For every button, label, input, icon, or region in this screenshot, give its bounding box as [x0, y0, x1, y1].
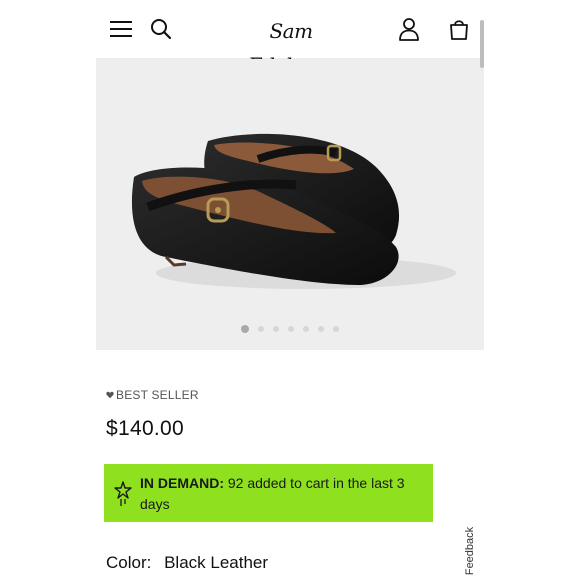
carousel-dot[interactable] [258, 326, 264, 332]
product-image [131, 133, 456, 289]
heart-icon [106, 391, 114, 399]
mobile-viewport: Sam Edelman [96, 0, 484, 580]
search-icon [151, 19, 172, 40]
scrollbar-thumb[interactable] [480, 20, 484, 68]
brand-logo[interactable]: Sam Edelman [236, 14, 346, 77]
carousel-dot-active[interactable] [241, 325, 249, 333]
in-demand-label: IN DEMAND: [140, 475, 224, 491]
site-header: Sam Edelman [96, 0, 484, 77]
product-price: $140.00 [106, 417, 185, 440]
shooting-star-icon [114, 481, 132, 506]
account-icon [399, 18, 419, 41]
carousel-dot[interactable] [333, 326, 339, 332]
menu-button[interactable] [106, 14, 136, 44]
product-image-carousel[interactable] [96, 59, 484, 350]
bag-button[interactable] [444, 14, 474, 44]
carousel-dots [96, 325, 484, 336]
carousel-dot[interactable] [288, 326, 294, 332]
right-margin [484, 0, 580, 580]
feedback-tab[interactable]: Feedback [460, 527, 478, 580]
feedback-label: Feedback [464, 526, 476, 576]
bag-icon [450, 20, 468, 40]
color-selector: Color: Black Leather [106, 553, 268, 573]
in-demand-text: IN DEMAND: 92 added to cart in the last … [140, 473, 425, 515]
search-button[interactable] [146, 14, 176, 44]
color-value: Black Leather [164, 553, 269, 572]
carousel-dot[interactable] [273, 326, 279, 332]
in-demand-banner: IN DEMAND: 92 added to cart in the last … [104, 464, 433, 522]
best-seller-badge: BEST SELLER [106, 388, 199, 402]
carousel-dot[interactable] [318, 326, 324, 332]
badge-label: BEST SELLER [116, 388, 199, 402]
menu-icon [110, 21, 132, 37]
left-margin [0, 0, 96, 580]
account-button[interactable] [394, 14, 424, 44]
carousel-dot[interactable] [303, 326, 309, 332]
color-label: Color: [106, 553, 152, 572]
